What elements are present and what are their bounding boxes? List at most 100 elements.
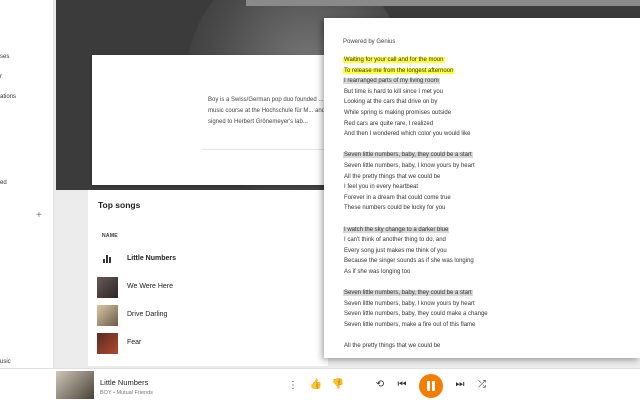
song-row[interactable]: We Were Here bbox=[88, 273, 328, 301]
lyric-line bbox=[343, 140, 633, 151]
sidebar-item-library-2[interactable]: r bbox=[0, 74, 2, 80]
sidebar-item-library[interactable]: ses bbox=[0, 54, 9, 60]
lyrics-lines: Waiting for your call and for the moon To… bbox=[343, 55, 633, 352]
shuffle-icon[interactable]: ⤮ bbox=[475, 379, 489, 391]
song-title: Little Numbers bbox=[127, 255, 177, 262]
lyric-line: Looking at the cars that drive on by bbox=[343, 97, 633, 108]
lyric-line-text: These numbers could be lucky for you bbox=[344, 205, 446, 212]
lyric-line-text bbox=[343, 332, 345, 338]
repeat-icon[interactable]: ⟲ bbox=[373, 379, 387, 391]
next-track-icon[interactable]: ⏭ bbox=[453, 379, 467, 391]
lyric-line: Because the singer sounds as if she was … bbox=[343, 256, 633, 267]
sidebar-item-music[interactable]: usic bbox=[0, 359, 11, 365]
lyric-line bbox=[343, 214, 633, 225]
lyric-line: Seven little numbers, baby, I know yours… bbox=[343, 161, 633, 172]
top-songs-section: Top songs NAME Little Numbers We Were He… bbox=[88, 190, 328, 366]
subtitle-separator: • bbox=[113, 390, 115, 396]
lyric-line: And then I wondered which color you woul… bbox=[343, 129, 633, 140]
lyric-line: All the pretty things that we could be bbox=[343, 341, 633, 352]
now-playing-album[interactable]: Mutual Friends bbox=[117, 390, 153, 396]
sidebar-item-label: ations bbox=[0, 94, 17, 100]
now-playing-bars-icon bbox=[103, 255, 113, 263]
lyric-line-text: All the pretty things that we could be bbox=[344, 343, 441, 350]
lyric-line-text: Red cars are quite rare, I realized bbox=[344, 120, 434, 127]
sidebar-item-label: ed bbox=[0, 180, 7, 186]
bio-divider bbox=[202, 149, 332, 150]
left-sidebar: ses r ations ed + usic bbox=[0, 0, 54, 368]
artist-bio-card[interactable]: Boy is a Swiss/German pop duo founded ..… bbox=[92, 55, 332, 185]
lyrics-panel[interactable]: Powered by Genius Waiting for your call … bbox=[324, 18, 640, 358]
sidebar-item-recently-played[interactable]: ed bbox=[0, 180, 7, 186]
lyric-line: I rearranged parts of my living room bbox=[343, 76, 633, 87]
lyric-line-text: And then I wondered which color you woul… bbox=[344, 131, 471, 138]
lyric-line-text: I watch the sky change to a darker blue bbox=[343, 226, 450, 233]
song-row[interactable]: Little Numbers bbox=[88, 245, 328, 273]
lyric-line: I can't think of another thing to do, an… bbox=[343, 235, 633, 246]
add-playlist-icon[interactable]: + bbox=[36, 210, 42, 221]
lyric-line-text: I feel you in every heartbeat bbox=[344, 184, 419, 191]
lyric-line-text bbox=[343, 279, 345, 285]
pause-button[interactable] bbox=[419, 374, 443, 398]
lyric-line: These numbers could be lucky for you bbox=[343, 203, 633, 214]
song-thumbnail bbox=[97, 305, 118, 326]
lyric-line: I watch the sky change to a darker blue bbox=[343, 225, 633, 236]
lyric-line: Forever in a dream that could come true bbox=[343, 193, 633, 204]
lyric-line-text: Seven little numbers, baby, they could b… bbox=[343, 290, 473, 297]
lyric-line: Every song just makes me think of you bbox=[343, 246, 633, 257]
lyric-line-text: All the pretty things that we could be bbox=[344, 173, 441, 180]
top-songs-title: Top songs bbox=[98, 200, 141, 210]
lyric-line: While spring is making promises outside bbox=[343, 108, 633, 119]
lyric-line: But time is hard to kill since I met you bbox=[343, 87, 633, 98]
song-row[interactable]: Fear bbox=[88, 329, 328, 357]
lyric-line: To release me from the longest afternoon bbox=[343, 66, 633, 77]
lyric-line: Seven little numbers, baby, I know yours… bbox=[343, 299, 633, 310]
lyric-line-text: I can't think of another thing to do, an… bbox=[344, 237, 446, 244]
lyric-line: Seven little numbers, baby, they could b… bbox=[343, 288, 633, 299]
now-playing-subtitle: BOY • Mutual Friends bbox=[100, 390, 153, 396]
song-title: Drive Darling bbox=[127, 311, 168, 318]
lyric-line-text: Because the singer sounds as if she was … bbox=[344, 258, 474, 265]
thumbs-up-icon[interactable]: 👍 bbox=[309, 379, 323, 391]
lyric-line: Waiting for your call and for the moon bbox=[343, 55, 633, 66]
song-title: We Were Here bbox=[127, 283, 174, 290]
powered-by-genius[interactable]: Powered by Genius bbox=[343, 39, 395, 45]
artist-bio-text: Boy is a Swiss/German pop duo founded ..… bbox=[208, 97, 326, 125]
lyric-line-text: I rearranged parts of my living room bbox=[343, 78, 440, 85]
lyric-line-text: To release me from the longest afternoon bbox=[343, 67, 455, 74]
player-bar: Little Numbers BOY • Mutual Friends ⋮ 👍 … bbox=[0, 368, 640, 400]
more-options-icon[interactable]: ⋮ bbox=[286, 380, 300, 392]
previous-track-icon[interactable]: ⏮ bbox=[395, 379, 409, 391]
lyric-line bbox=[343, 277, 633, 288]
thumbs-down-icon[interactable]: 👎 bbox=[331, 379, 345, 391]
song-row[interactable]: Drive Darling bbox=[88, 301, 328, 329]
lyric-line-text: Seven little numbers, baby, I know yours… bbox=[344, 162, 475, 169]
lyric-line: Seven little numbers, baby, they could m… bbox=[343, 309, 633, 320]
lyric-line: I feel you in every heartbeat bbox=[343, 182, 633, 193]
lyric-line-text bbox=[343, 216, 345, 222]
lyric-line-text: Seven little numbers, make a fire out of… bbox=[344, 321, 476, 328]
lyric-line-text: Forever in a dream that could come true bbox=[344, 194, 451, 201]
sidebar-item-label: r bbox=[0, 74, 2, 80]
lyric-line: Seven little numbers, make a fire out of… bbox=[343, 320, 633, 331]
song-title: Fear bbox=[127, 339, 142, 346]
lyric-line-text: Looking at the cars that drive on by bbox=[344, 99, 438, 106]
lyric-line: Seven little numbers, baby, they could b… bbox=[343, 150, 633, 161]
sidebar-item-label: ses bbox=[0, 54, 10, 60]
hero-top-band bbox=[246, 0, 640, 6]
song-thumbnail bbox=[97, 333, 118, 354]
lyric-line-text bbox=[343, 142, 345, 148]
lyric-line-text: Waiting for your call and for the moon bbox=[343, 57, 445, 63]
lyric-line-text: Seven little numbers, baby, they could m… bbox=[344, 311, 488, 318]
name-column-header: NAME bbox=[102, 233, 118, 239]
lyric-line-text: Every song just makes me think of you bbox=[344, 247, 447, 254]
lyric-line-text: As if she was longing too bbox=[344, 268, 411, 275]
lyric-line: All the pretty things that we could be bbox=[343, 172, 633, 183]
lyric-line-text: But time is hard to kill since I met you bbox=[344, 88, 444, 95]
sidebar-item-stations[interactable]: ations bbox=[0, 94, 16, 100]
lyric-line-text: While spring is making promises outside bbox=[344, 109, 452, 116]
now-playing-title[interactable]: Little Numbers bbox=[100, 378, 148, 387]
lyric-line-text: Seven little numbers, baby, they could b… bbox=[343, 152, 473, 159]
now-playing-artist[interactable]: BOY bbox=[100, 390, 112, 396]
now-playing-artwork[interactable] bbox=[56, 371, 94, 399]
lyric-line: Red cars are quite rare, I realized bbox=[343, 119, 633, 130]
